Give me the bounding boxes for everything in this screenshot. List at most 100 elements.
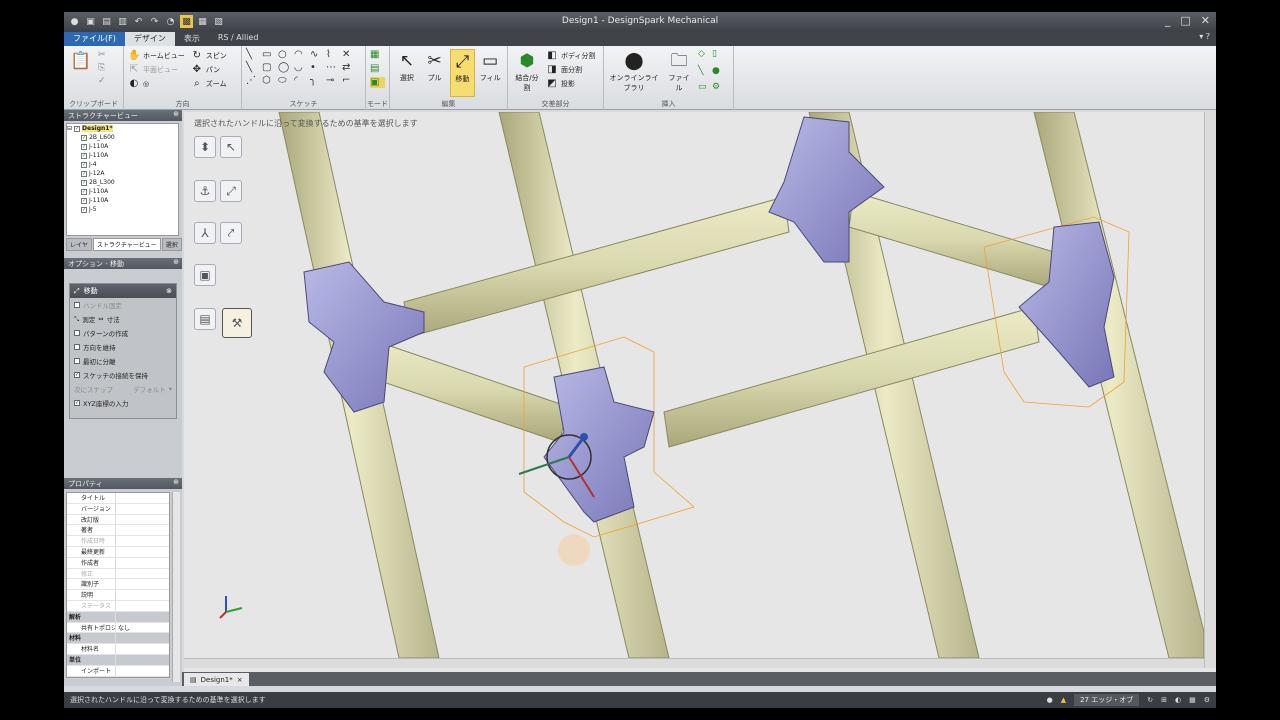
tab-design[interactable]: デザイン [124, 32, 175, 46]
selection-info[interactable]: 27 エッジ・オブ [1074, 694, 1140, 706]
horizontal-scrollbar[interactable] [184, 658, 1204, 668]
tree-item[interactable]: ✓ 2B_L600 [67, 133, 178, 142]
property-value[interactable] [115, 579, 169, 590]
view-style-icon[interactable]: ◐ [1175, 696, 1181, 704]
pan-button[interactable]: ✥ パン [191, 63, 227, 77]
ellipse-icon[interactable]: ⬭ [278, 75, 292, 86]
property-row[interactable]: インポート [67, 665, 169, 677]
property-value[interactable] [115, 557, 169, 568]
property-row[interactable]: 共有トポロジーなし [67, 622, 169, 634]
close-button[interactable]: ✕ [1201, 14, 1210, 27]
zoom-button[interactable]: ⌕ ズーム [191, 77, 227, 91]
option-row[interactable]: 最初に分離 [70, 354, 176, 368]
circle-icon[interactable]: ○ [278, 49, 292, 60]
property-category[interactable]: 解析 [67, 611, 169, 623]
property-row[interactable]: タイトル [67, 493, 169, 504]
tree-item[interactable]: ✓ J-5 [67, 205, 178, 214]
fill-button[interactable]: ▭ フィル [477, 49, 503, 97]
property-value[interactable]: なし [115, 622, 169, 633]
sweep-arc-icon[interactable]: ◜ [294, 75, 308, 86]
property-value[interactable] [115, 654, 169, 665]
option-row[interactable]: パターンの作成 [70, 326, 176, 340]
property-value[interactable] [115, 644, 169, 654]
move-button[interactable]: ⤢ 移動 [449, 49, 476, 97]
sphere-icon[interactable]: ● [712, 66, 724, 81]
cross-icon[interactable]: ✕ [342, 49, 356, 60]
property-row[interactable]: 修正 [67, 568, 169, 580]
option-row[interactable]: 方向を維持 [70, 340, 176, 354]
combine-button[interactable]: ⬢ 結合/分割 [512, 49, 542, 97]
fillet-icon[interactable]: ╮ [310, 75, 324, 86]
property-row[interactable]: 作成日時 [67, 536, 169, 547]
tab-layers[interactable]: レイヤ [66, 238, 92, 251]
option-row[interactable]: ✓ スケッチの接続を保持 [70, 368, 176, 382]
up-to-tool[interactable]: ▤ [194, 308, 216, 330]
pin-icon[interactable]: ⊕ [173, 478, 179, 486]
property-value[interactable] [115, 514, 169, 525]
ribbon-controls-icon[interactable]: ▾ ? [1193, 32, 1216, 46]
insert-file-button[interactable]: 🗀 ファイル [666, 49, 692, 97]
property-row[interactable]: バージョン [67, 503, 169, 515]
option-row[interactable]: ハンドル固定 [70, 298, 176, 312]
model-canvas[interactable] [184, 112, 1204, 658]
arc3-icon[interactable]: ◡ [294, 62, 308, 73]
image-icon[interactable]: ▭ [698, 82, 710, 97]
rectangle-icon[interactable]: ▭ [262, 49, 276, 60]
property-row[interactable]: 改訂版 [67, 514, 169, 526]
property-value[interactable] [115, 546, 169, 557]
copy-icon[interactable]: ⎘ [98, 63, 106, 73]
tree-item[interactable]: ✓ J-110A [67, 142, 178, 151]
trim-icon[interactable]: ⌇ [326, 49, 340, 60]
properties-scrollbar[interactable] [172, 492, 180, 682]
offset-icon[interactable]: ⋯ [326, 62, 340, 73]
axis-icon[interactable]: ▯ [712, 49, 724, 64]
close-tab-icon[interactable]: × [237, 676, 243, 684]
line-icon[interactable]: ╲ [246, 49, 260, 60]
split-body-button[interactable]: ◧ ボディ分割 [546, 49, 595, 63]
polygon-icon[interactable]: ⬡ [262, 75, 276, 86]
split-face-button[interactable]: ◨ 面分割 [546, 63, 596, 77]
option-row[interactable]: ✓ XYZ座標の入力 [70, 396, 176, 410]
info-icon[interactable]: ● [1047, 696, 1053, 704]
gear-icon[interactable]: ⚙ [712, 82, 724, 97]
tab-view[interactable]: 表示 [175, 32, 209, 46]
property-value[interactable] [115, 503, 169, 514]
property-value[interactable] [115, 525, 169, 536]
pin-icon[interactable]: ⊕ [173, 110, 179, 118]
point-icon[interactable]: • [310, 62, 324, 73]
warning-icon[interactable]: ▲ [1061, 696, 1066, 704]
circle3-icon[interactable]: ◯ [278, 62, 292, 73]
orient-button[interactable]: ◐ ◎ [128, 77, 185, 91]
tree-root[interactable]: ⊟ ✓ Design1* [67, 124, 178, 133]
collapse-icon[interactable]: ⊟ [67, 125, 72, 132]
section-mode-icon[interactable]: ▤ [370, 63, 385, 74]
vertical-scrollbar[interactable] [1204, 112, 1216, 668]
select-filter-icon[interactable]: ↻ [1147, 696, 1153, 704]
property-value[interactable] [115, 665, 169, 676]
complete-tool[interactable]: ⚒ [222, 308, 252, 338]
property-row[interactable]: 作成者 [67, 557, 169, 569]
horizontal-pipes[interactable] [353, 191, 1055, 448]
select-geometry-tool[interactable]: ⬍ [194, 136, 216, 158]
tab-structure[interactable]: ストラクチャービュー [92, 238, 161, 251]
cursor-tool[interactable]: ↖ [220, 136, 242, 158]
settings-icon[interactable]: ⚙ [1204, 696, 1210, 704]
along-trajectory-tool[interactable]: ⤢ [220, 180, 242, 202]
plan-view-button[interactable]: ⇱ 平面ビュー [128, 63, 185, 77]
property-row[interactable]: 材料名 [67, 644, 169, 655]
tab-file[interactable]: ファイル(F) [64, 32, 125, 46]
rounded-rect-icon[interactable]: ▢ [262, 62, 276, 73]
tree-item[interactable]: ✓ J-110A [67, 187, 178, 196]
property-row[interactable]: 識別子 [67, 579, 169, 591]
tree-item[interactable]: ✓ J-110A [67, 151, 178, 160]
property-row[interactable]: 著者 [67, 525, 169, 537]
pin-icon[interactable]: ⊕ [173, 258, 179, 266]
snap-icon[interactable]: ⊞ [1161, 696, 1167, 704]
document-tab[interactable]: ▤ Design1* × [184, 673, 249, 686]
tree-item[interactable]: ✓ 2B_L300 [67, 178, 178, 187]
mirror-icon[interactable]: ⇄ [342, 62, 356, 73]
origin-icon[interactable]: ╲ [698, 66, 710, 81]
ruler-tool[interactable]: ▣ [194, 264, 216, 286]
tree-item[interactable]: ✓ J-12A [67, 169, 178, 178]
online-library-button[interactable]: ⬤ オンラインライブラリ [608, 49, 660, 97]
